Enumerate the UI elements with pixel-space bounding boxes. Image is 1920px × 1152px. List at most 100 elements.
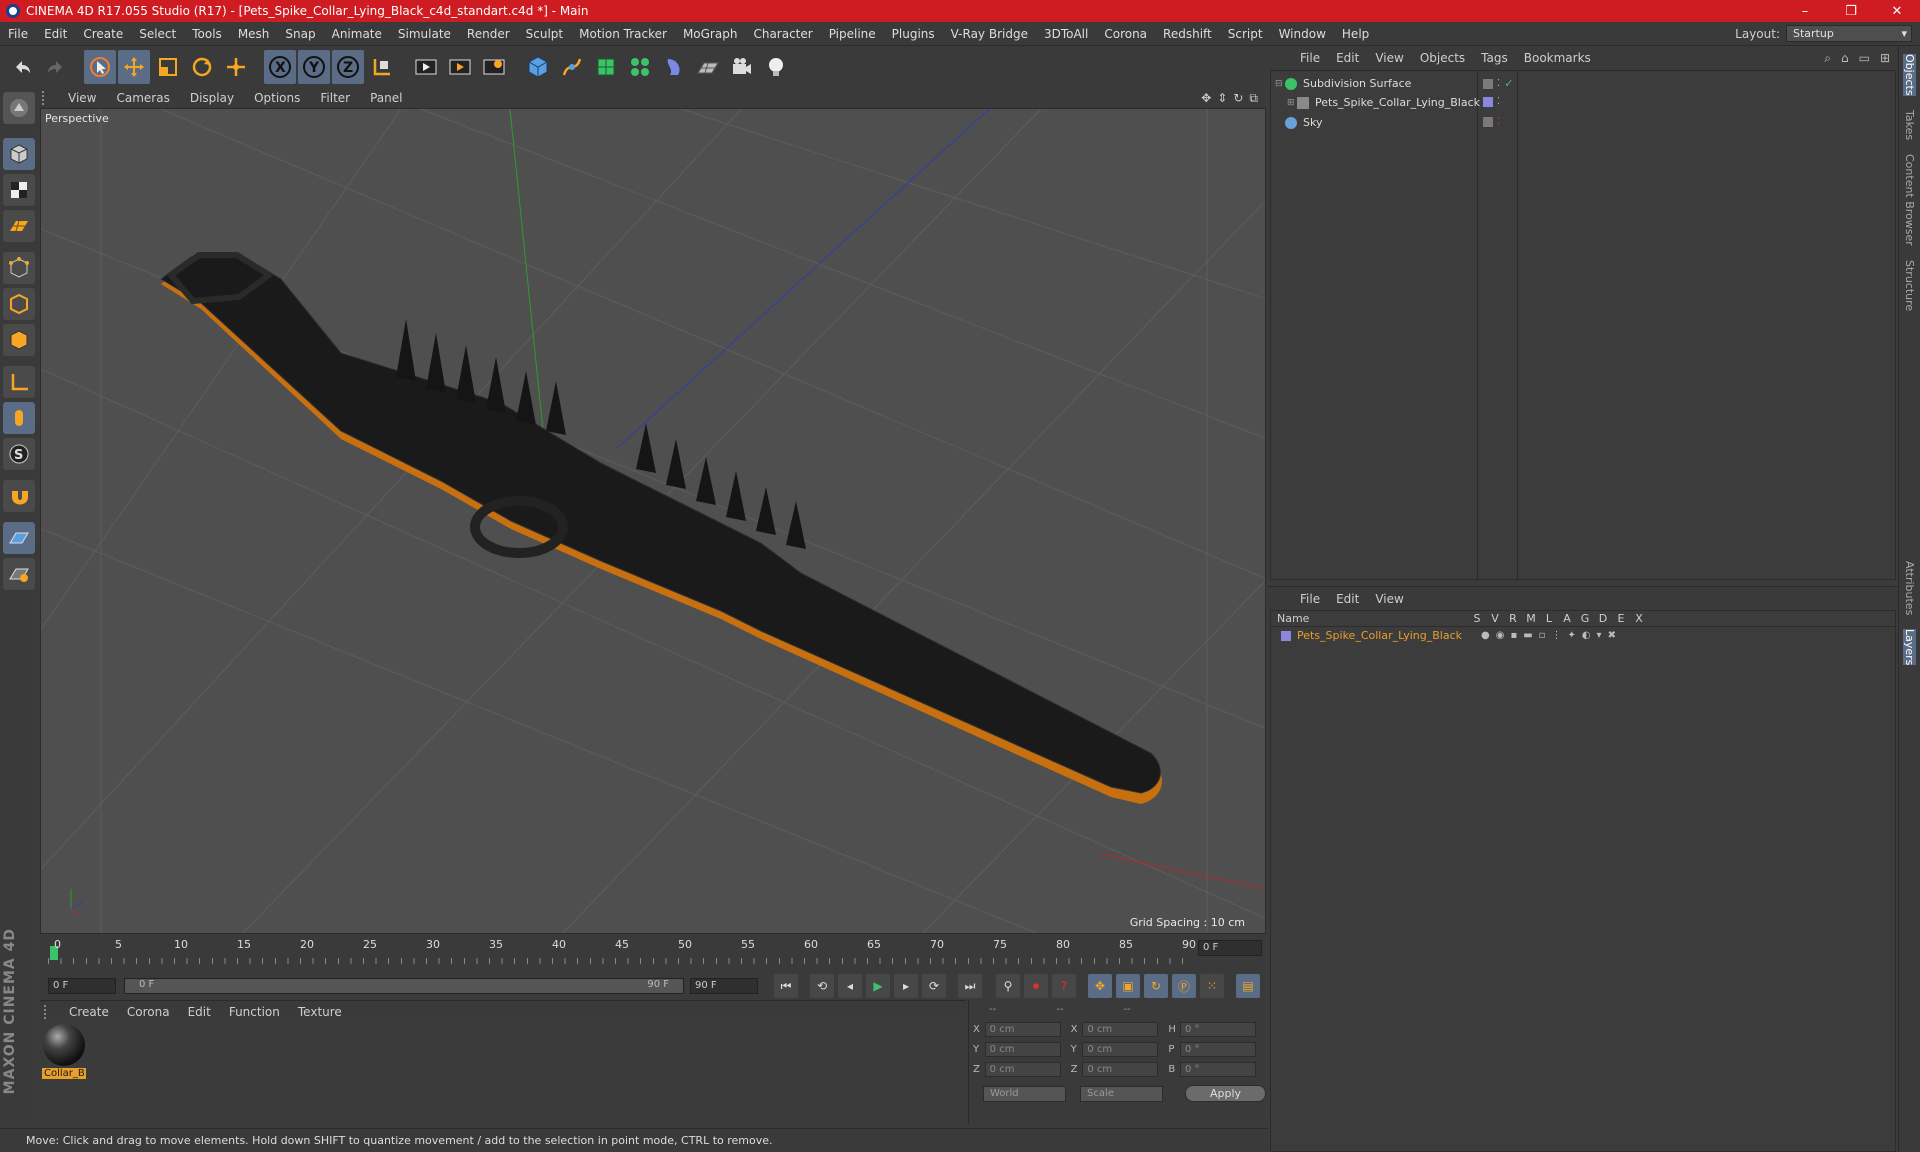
menu-script[interactable]: Script [1220,27,1271,41]
menu-mesh[interactable]: Mesh [230,27,278,41]
pen-button[interactable] [556,50,588,84]
coordinate-space-dropdown[interactable]: World [983,1085,1067,1102]
menu-plugins[interactable]: Plugins [884,27,943,41]
size-x-field[interactable]: 0 cm [1082,1021,1159,1037]
viewport-menu-view[interactable]: View [58,91,106,105]
timeline-window-button[interactable]: ▤ [1236,974,1260,998]
tab-layers[interactable]: Layers [1903,629,1916,666]
visibility-dots-icon[interactable]: ⁚ [1497,78,1500,89]
expand-icon[interactable]: ⊞ [1880,51,1890,66]
viewport-menu-panel[interactable]: Panel [360,91,412,105]
maximize-view-icon[interactable]: ⧉ [1249,91,1258,106]
edit-render-settings-button[interactable] [478,50,510,84]
layer-color-swatch[interactable] [1281,630,1291,641]
material-menu-corona[interactable]: Corona [118,1005,179,1019]
texture-mode-button[interactable] [3,174,35,206]
panel-grip[interactable] [42,91,58,105]
pan-icon[interactable]: ✥ [1201,91,1211,106]
menu-edit[interactable]: Edit [36,27,75,41]
tab-objects[interactable]: Objects [1903,54,1916,96]
material-menu-create[interactable]: Create [60,1005,118,1019]
subdivision-button[interactable] [590,50,622,84]
menu-3dtoall[interactable]: 3DToAll [1036,27,1096,41]
object-row[interactable]: ⊞ Pets_Spike_Collar_Lying_Black [1287,93,1480,112]
new-window-icon[interactable]: ▭ [1859,51,1870,66]
rotation-h-field[interactable]: 0 ° [1180,1021,1257,1037]
magnet-button[interactable] [3,480,35,512]
move-tool-button[interactable] [118,50,150,84]
render-view-button[interactable] [410,50,442,84]
points-mode-button[interactable] [3,252,35,284]
cloner-button[interactable] [624,50,656,84]
menu-corona[interactable]: Corona [1096,27,1155,41]
axis-mode-button[interactable] [3,366,35,398]
apply-button[interactable]: Apply [1185,1085,1266,1102]
menu-select[interactable]: Select [131,27,184,41]
material-menu-texture[interactable]: Texture [289,1005,351,1019]
light-button[interactable] [760,50,792,84]
minimize-button[interactable]: – [1782,4,1828,19]
key-rotation-button[interactable]: ↻ [1144,974,1168,998]
rotation-p-field[interactable]: 0 ° [1180,1041,1257,1057]
menu-window[interactable]: Window [1271,27,1334,41]
next-frame-button[interactable]: ▸ [894,974,918,998]
key-scale-button[interactable]: ▣ [1116,974,1140,998]
material-swatch[interactable]: Collar_B [42,1024,86,1082]
menu-mograph[interactable]: MoGraph [675,27,746,41]
play-button[interactable]: ▶ [866,974,890,998]
menu-help[interactable]: Help [1334,27,1377,41]
menu-snap[interactable]: Snap [277,27,323,41]
cube-button[interactable] [522,50,554,84]
dolly-icon[interactable]: ⇕ [1217,91,1227,106]
x-axis-button[interactable]: X [264,50,296,84]
home-icon[interactable]: ⌂ [1841,51,1849,66]
layer-menu-file[interactable]: File [1292,592,1328,606]
size-z-field[interactable]: 0 cm [1082,1061,1159,1077]
rotate-tool-button[interactable] [186,50,218,84]
menu-pipeline[interactable]: Pipeline [821,27,884,41]
layer-toggles[interactable]: ●◉▪▬▫⋮✦◐▾✖ [1481,630,1622,641]
position-x-field[interactable]: 0 cm [984,1021,1061,1037]
viewport-menu-options[interactable]: Options [244,91,310,105]
layer-menu-view[interactable]: View [1367,592,1411,606]
next-key-button[interactable]: ⟳ [922,974,946,998]
layer-color-icon[interactable] [1483,96,1493,107]
object-menu-view[interactable]: View [1367,51,1411,65]
end-frame-field[interactable]: 90 F [690,978,758,994]
menu-simulate[interactable]: Simulate [390,27,459,41]
key-pla-button[interactable]: ⁙ [1200,974,1224,998]
menu-create[interactable]: Create [75,27,131,41]
timeline[interactable]: 0 5 10 15 20 25 30 35 40 45 50 55 60 65 … [40,934,1266,968]
search-icon[interactable]: ⌕ [1824,51,1831,66]
collapse-icon[interactable]: ⊟ [1275,79,1285,89]
make-editable-button[interactable] [3,92,35,124]
go-to-end-button[interactable]: ⏭ [958,974,982,998]
tab-content-browser[interactable]: Content Browser [1903,154,1916,246]
solo-button[interactable]: S [3,438,35,470]
menu-tools[interactable]: Tools [184,27,230,41]
layout-select[interactable]: Startup [1786,25,1912,42]
menu-redshift[interactable]: Redshift [1155,27,1220,41]
floor-button[interactable] [692,50,724,84]
go-to-start-button[interactable]: ⏮ [774,974,798,998]
panel-grip[interactable] [44,1004,60,1019]
close-button[interactable]: ✕ [1874,4,1920,19]
object-menu-tags[interactable]: Tags [1473,51,1516,65]
previous-frame-button[interactable]: ◂ [838,974,862,998]
key-position-button[interactable]: ✥ [1088,974,1112,998]
viewport-menu-filter[interactable]: Filter [310,91,360,105]
redo-button[interactable] [40,50,72,84]
menu-animate[interactable]: Animate [324,27,390,41]
menu-sculpt[interactable]: Sculpt [518,27,571,41]
rotation-b-field[interactable]: 0 ° [1180,1061,1257,1077]
deformer-button[interactable] [658,50,690,84]
object-row[interactable]: ⊟ Subdivision Surface [1275,74,1411,93]
size-mode-dropdown[interactable]: Scale [1080,1085,1164,1102]
current-frame-field[interactable]: 0 F [1198,940,1262,956]
material-menu-edit[interactable]: Edit [179,1005,220,1019]
multi-tool-button[interactable] [220,50,252,84]
record-button[interactable]: ⏺ [1024,974,1048,998]
check-icon[interactable]: ✓ [1504,77,1513,90]
menu-motion-tracker[interactable]: Motion Tracker [571,27,675,41]
layer-row[interactable]: Pets_Spike_Collar_Lying_Black ●◉▪▬▫⋮✦◐▾✖ [1271,627,1895,644]
